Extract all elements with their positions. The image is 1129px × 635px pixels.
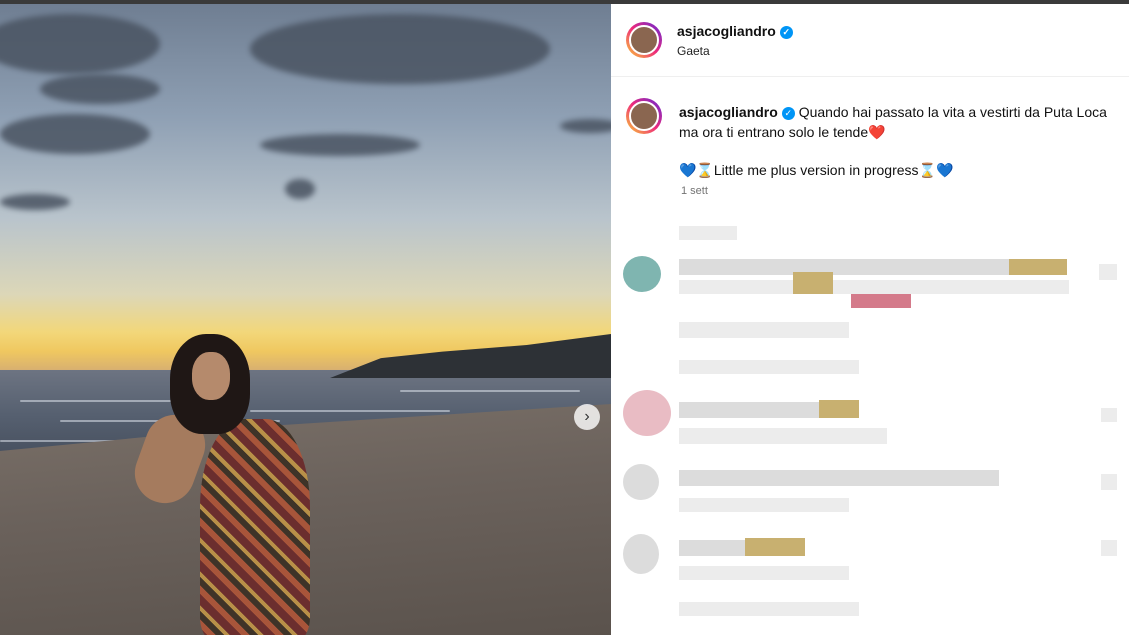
comment-emoji (1009, 259, 1067, 275)
like-comment-icon[interactable] (1101, 474, 1117, 490)
heart-emoji: ❤️ (868, 124, 886, 140)
post-caption: asjacogliandro ✓ Quando hai passato la vi… (679, 102, 1119, 142)
comment-avatar[interactable] (623, 256, 661, 292)
post-photo[interactable]: › (0, 4, 611, 635)
comment-meta (679, 498, 849, 512)
post-timestamp[interactable]: 1 sett (681, 185, 708, 197)
next-photo-button[interactable]: › (574, 404, 600, 430)
comment-avatar[interactable] (623, 534, 659, 574)
post-details-panel: asjacogliandro ✓ Gaeta asjacogliandro ✓ Qu… (611, 4, 1129, 635)
caption-line3: 💙⌛Little me plus version in progress⌛💙 (679, 160, 1119, 180)
comment-text (679, 540, 745, 556)
view-replies[interactable] (679, 360, 859, 374)
comment-text (679, 280, 1069, 294)
caption-line2: ma ora ti entrano solo le tende (679, 124, 869, 140)
like-comment-icon[interactable] (1101, 540, 1117, 556)
view-replies[interactable] (679, 602, 859, 616)
comment-meta (679, 428, 887, 444)
comment-meta (679, 322, 849, 338)
like-comment-icon[interactable] (1099, 264, 1117, 280)
comment-meta (679, 566, 849, 580)
person-figure (126, 334, 340, 635)
post-header: asjacogliandro ✓ Gaeta (611, 4, 1129, 77)
caption-line1: Quando hai passato la vita a vestirti da… (798, 104, 1107, 120)
comment-text (679, 470, 999, 486)
verified-badge-icon: ✓ (781, 106, 795, 120)
comment-avatar[interactable] (623, 390, 671, 436)
comment-avatar[interactable] (623, 464, 659, 500)
comment-emoji (745, 538, 805, 556)
caption-author-avatar[interactable] (626, 98, 662, 134)
caption-line3-text: Little me plus version in progress (713, 162, 919, 178)
chevron-right-icon: › (584, 408, 590, 425)
verified-badge-icon: ✓ (779, 25, 793, 39)
author-username[interactable]: asjacogliandro ✓ (677, 23, 793, 39)
caption-username[interactable]: asjacogliandro (679, 104, 778, 120)
caption-line3-suffix: ⌛💙 (918, 162, 954, 178)
author-avatar[interactable] (626, 22, 662, 58)
comment-text (679, 402, 819, 418)
comment-emoji (793, 272, 833, 294)
coastline-hill (330, 334, 611, 378)
censored-text (679, 226, 737, 240)
comment-text (679, 259, 1009, 275)
post-location[interactable]: Gaeta (677, 44, 710, 58)
caption-line3-prefix: 💙⌛ (679, 162, 714, 178)
comment-emoji (851, 294, 911, 308)
comment-emoji (819, 400, 859, 418)
like-comment-icon[interactable] (1101, 408, 1117, 422)
